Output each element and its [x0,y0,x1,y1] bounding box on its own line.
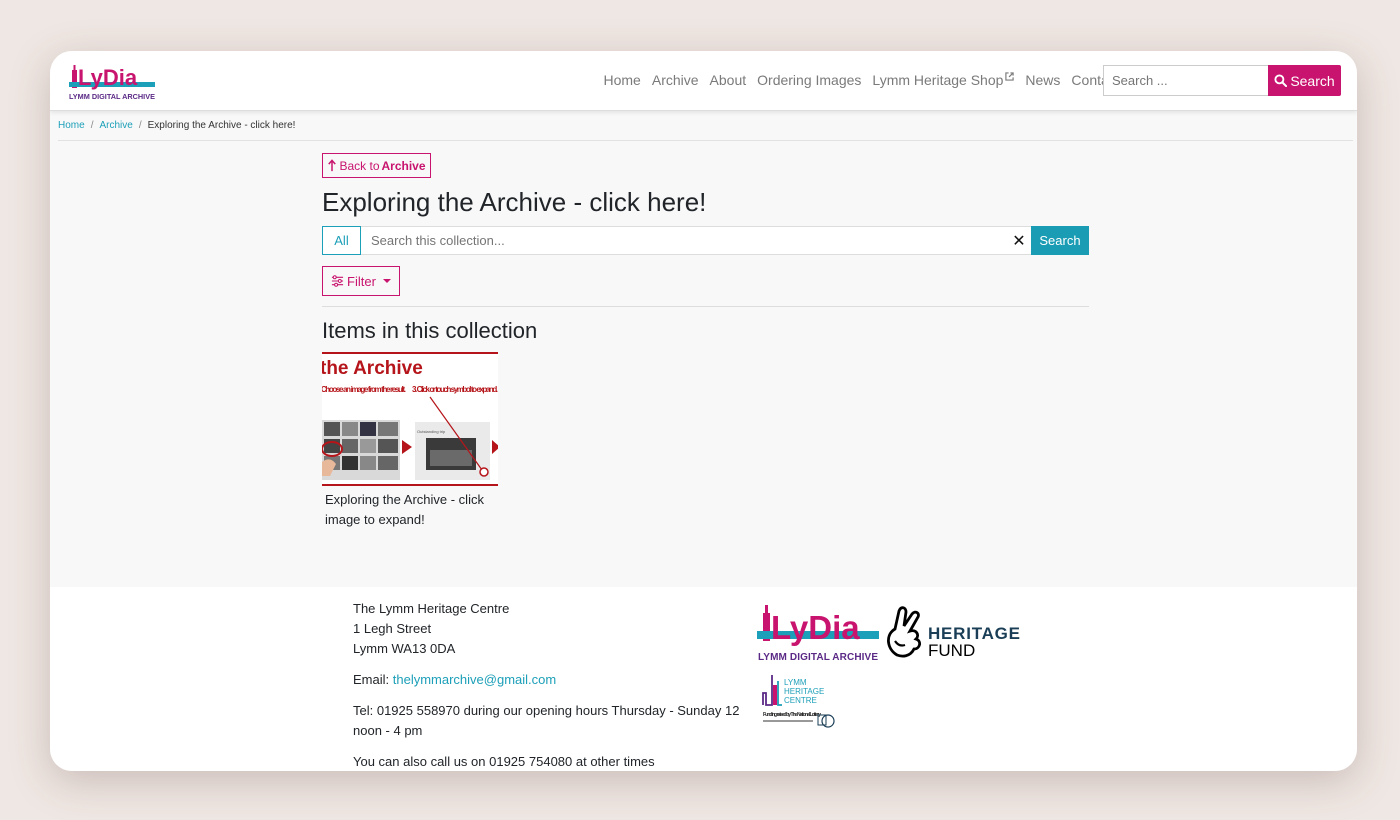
svg-text:CENTRE: CENTRE [784,696,817,705]
email-label: Email: [353,672,390,687]
sliders-icon [331,275,344,287]
svg-text:LYMM: LYMM [784,678,807,687]
filter-button[interactable]: Filter [322,266,400,296]
svg-text:HERITAGE: HERITAGE [784,687,824,696]
footer-email: Email: thelymmarchive@gmail.com [353,670,743,690]
footer-lydia-logo: LyDia LYMM DIGITAL ARCHIVE [757,605,879,663]
external-link-icon [1005,71,1015,81]
svg-text:FUND: FUND [928,641,975,660]
collection-item-caption[interactable]: Exploring the Archive - click image to e… [325,490,505,530]
search-scope-all[interactable]: All [322,226,361,255]
svg-text:LyDia: LyDia [771,609,860,646]
svg-text:LYMM DIGITAL ARCHIVE: LYMM DIGITAL ARCHIVE [758,652,878,663]
lydia-logo[interactable]: LyDia LYMM DIGITAL ARCHIVE [68,62,156,102]
breadcrumb-separator: / [138,120,142,131]
close-icon[interactable]: ✕ [1007,226,1031,255]
items-heading: Items in this collection [322,318,538,343]
nav-home[interactable]: Home [598,72,646,88]
svg-text:LYMM DIGITAL ARCHIVE: LYMM DIGITAL ARCHIVE [69,92,155,101]
breadcrumb-separator: / [90,120,94,131]
address-line: The Lymm Heritage Centre [353,601,510,616]
collection-search-button[interactable]: Search [1031,226,1089,255]
arrow-up-icon [328,159,337,172]
collection-item-thumbnail[interactable]: the Archive 1. Choose an image from the … [322,352,498,486]
footer-contact: The Lymm Heritage Centre 1 Legh Street L… [353,599,743,771]
browser-window: LyDia LYMM DIGITAL ARCHIVE Home Archive … [50,51,1357,771]
email-link[interactable]: thelymmarchive@gmail.com [393,672,556,687]
back-prefix: Back to [339,158,380,173]
footer-address: The Lymm Heritage Centre 1 Legh Street L… [353,599,743,659]
back-to-archive-button[interactable]: Back to Archive [322,153,431,178]
lymm-heritage-centre-logo: LYMM HERITAGE CENTRE Funding raised by T… [762,675,835,728]
address-line: 1 Legh Street [353,621,432,636]
site-search-button[interactable]: Search [1268,65,1341,96]
nav-news[interactable]: News [1020,72,1066,88]
nav-ordering-images[interactable]: Ordering Images [752,72,867,88]
page-title: Exploring the Archive - click here! [322,187,707,217]
nav-heritage-shop-label: Lymm Heritage Shop [872,72,1004,88]
svg-text:LyDia: LyDia [78,65,138,90]
breadcrumb-current: Exploring the Archive - click here! [147,120,296,131]
address-line: Lymm WA13 0DA [353,641,456,656]
caret-down-icon [382,279,391,283]
site-search-input[interactable] [1103,65,1269,96]
svg-text:Funding raised by The National: Funding raised by The National Lottery [763,712,821,718]
search-icon [1274,74,1288,87]
nav-heritage-shop[interactable]: Lymm Heritage Shop [867,71,1020,88]
breadcrumb-home[interactable]: Home [58,120,85,140]
svg-text:3. Click or touch symbol to ex: 3. Click or touch symbol to expand. [412,385,498,394]
svg-text:Outstanding trip: Outstanding trip [417,429,446,434]
filter-label: Filter [347,273,376,289]
nav-archive[interactable]: Archive [646,72,704,88]
nav-about[interactable]: About [704,72,752,88]
footer-tel: Tel: 01925 558970 during our opening hou… [353,703,740,738]
footer-alt-call: You can also call us on 01925 754080 at … [353,754,655,769]
svg-text:1. Choose an image from the re: 1. Choose an image from the result. [322,385,406,394]
collection-search-input[interactable] [361,226,1007,255]
navbar: LyDia LYMM DIGITAL ARCHIVE Home Archive … [50,51,1357,111]
collection-search: All ✕ Search [322,226,1089,255]
divider [322,306,1089,307]
main-nav: Home Archive About Ordering Images Lymm … [598,51,1125,109]
footer: The Lymm Heritage Centre 1 Legh Street L… [50,587,1357,771]
breadcrumb-archive[interactable]: Archive [99,120,132,140]
site-search-label: Search [1290,72,1335,89]
heritage-fund-logo: HERITAGE FUND [887,606,1020,660]
svg-text:the Archive: the Archive [322,358,423,379]
back-target: Archive [381,158,426,173]
breadcrumb: Home / Archive / Exploring the Archive -… [58,117,1353,141]
